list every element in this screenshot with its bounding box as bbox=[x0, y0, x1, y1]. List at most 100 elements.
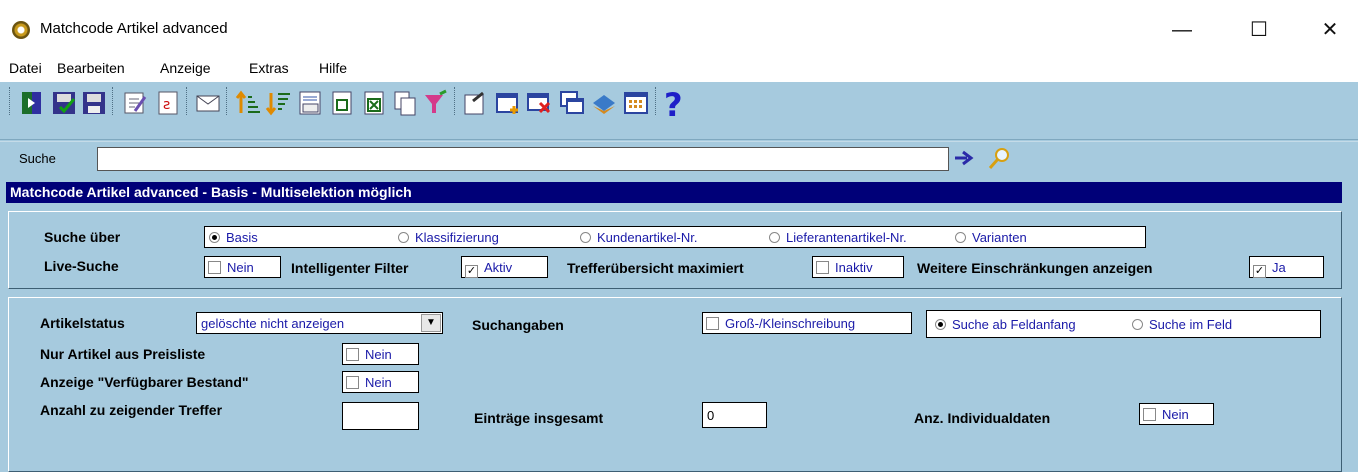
sort-descending-icon[interactable] bbox=[264, 89, 292, 117]
radio-in-field[interactable]: Suche im Feld bbox=[1132, 317, 1232, 332]
individual-data-value: Nein bbox=[1162, 407, 1189, 422]
save-icon[interactable] bbox=[80, 89, 108, 117]
exit-icon[interactable] bbox=[18, 89, 46, 117]
radio-kundenartikel[interactable]: Kundenartikel-Nr. bbox=[580, 230, 697, 245]
radio-varianten-label: Varianten bbox=[972, 230, 1027, 245]
search-info-label: Suchangaben bbox=[472, 317, 564, 333]
live-search-value: Nein bbox=[227, 260, 254, 275]
radio-kundenartikel-label: Kundenartikel-Nr. bbox=[597, 230, 698, 245]
case-sensitive-checkbox[interactable]: Groß-/Kleinschreibung bbox=[702, 312, 912, 334]
hit-count-label: Anzahl zu zeigender Treffer bbox=[40, 402, 223, 418]
checkbox-unchecked-icon bbox=[816, 261, 829, 274]
total-entries-label: Einträge insgesamt bbox=[474, 410, 604, 426]
available-stock-value: Nein bbox=[365, 375, 392, 390]
limits-panel: Artikelstatus gelöschte nicht anzeigen ▼… bbox=[8, 297, 1342, 472]
windows-icon[interactable] bbox=[558, 89, 586, 117]
individual-data-checkbox[interactable]: Nein bbox=[1139, 403, 1214, 425]
export-icon[interactable] bbox=[328, 89, 356, 117]
maximize-button[interactable]: ☐ bbox=[1239, 14, 1279, 46]
chevron-down-icon[interactable]: ▼ bbox=[421, 314, 441, 332]
radio-basis[interactable]: Basis bbox=[209, 230, 258, 245]
delete-window-icon[interactable] bbox=[525, 89, 553, 117]
toolbar: ƨ ? bbox=[0, 82, 1358, 140]
toolbar-grip bbox=[9, 87, 12, 115]
radio-from-start-label: Suche ab Feldanfang bbox=[952, 317, 1076, 332]
toolbar-separator bbox=[186, 87, 189, 115]
price-list-checkbox[interactable]: Nein bbox=[342, 343, 419, 365]
menu-bearbeiten[interactable]: Bearbeiten bbox=[57, 60, 125, 76]
individual-data-label: Anz. Individualdaten bbox=[914, 410, 1051, 426]
radio-lieferantenartikel-label: Lieferantenartikel-Nr. bbox=[786, 230, 907, 245]
radio-icon bbox=[769, 232, 780, 243]
article-status-select[interactable]: gelöschte nicht anzeigen ▼ bbox=[196, 312, 443, 334]
menu-anzeige[interactable]: Anzeige bbox=[160, 60, 211, 76]
menu-datei[interactable]: Datei bbox=[9, 60, 42, 76]
menu-bar: Datei Bearbeiten Anzeige Extras Hilfe bbox=[0, 56, 1358, 82]
article-status-value: gelöschte nicht anzeigen bbox=[201, 316, 345, 331]
live-search-checkbox[interactable]: Nein bbox=[204, 256, 281, 278]
radio-icon bbox=[580, 232, 591, 243]
checkbox-unchecked-icon bbox=[1143, 408, 1156, 421]
smart-filter-checkbox[interactable]: ✓ Aktiv bbox=[461, 256, 548, 278]
search-options-panel: Suche über Basis Klassifizierung Kundena… bbox=[8, 211, 1342, 289]
search-mode-group: Suche ab Feldanfang Suche im Feld bbox=[926, 310, 1321, 338]
book-icon[interactable] bbox=[590, 89, 618, 117]
search-bar: Suche bbox=[0, 141, 1358, 179]
available-stock-label: Anzeige "Verfügbarer Bestand" bbox=[40, 374, 249, 390]
section-header: Matchcode Artikel advanced - Basis - Mul… bbox=[6, 182, 1342, 203]
save-close-icon[interactable] bbox=[50, 89, 78, 117]
add-window-icon[interactable] bbox=[494, 89, 522, 117]
sort-ascending-icon[interactable] bbox=[234, 89, 262, 117]
checkbox-checked-icon: ✓ bbox=[1253, 265, 1266, 278]
close-button[interactable]: ✕ bbox=[1310, 14, 1350, 46]
live-search-label: Live-Suche bbox=[44, 258, 119, 274]
radio-icon bbox=[955, 232, 966, 243]
search-input[interactable] bbox=[97, 147, 949, 171]
search-over-group: Basis Klassifizierung Kundenartikel-Nr. … bbox=[204, 226, 1146, 248]
article-status-label: Artikelstatus bbox=[40, 315, 125, 331]
search-label: Suche bbox=[19, 151, 56, 166]
more-limits-value: Ja bbox=[1272, 260, 1286, 275]
radio-klassifizierung[interactable]: Klassifizierung bbox=[398, 230, 499, 245]
checkbox-unchecked-icon bbox=[706, 317, 719, 330]
checkbox-unchecked-icon bbox=[346, 348, 359, 361]
menu-hilfe[interactable]: Hilfe bbox=[319, 60, 347, 76]
help-icon[interactable]: ? bbox=[660, 86, 688, 124]
refresh-icon[interactable]: ƨ bbox=[154, 89, 182, 117]
edit-icon[interactable] bbox=[121, 89, 149, 117]
hits-max-checkbox[interactable]: Inaktiv bbox=[812, 256, 904, 278]
minimize-button[interactable]: — bbox=[1162, 14, 1202, 46]
radio-from-start[interactable]: Suche ab Feldanfang bbox=[935, 317, 1076, 332]
radio-icon bbox=[1132, 319, 1143, 330]
available-stock-checkbox[interactable]: Nein bbox=[342, 371, 419, 393]
smart-filter-value: Aktiv bbox=[484, 260, 513, 275]
radio-icon bbox=[398, 232, 409, 243]
case-sensitive-label: Groß-/Kleinschreibung bbox=[725, 316, 856, 331]
toolbar-separator bbox=[454, 87, 457, 115]
menu-extras[interactable]: Extras bbox=[249, 60, 289, 76]
radio-selected-icon bbox=[935, 319, 946, 330]
number-list-icon[interactable] bbox=[296, 89, 324, 117]
radio-in-field-label: Suche im Feld bbox=[1149, 317, 1233, 332]
go-arrow-icon[interactable] bbox=[953, 148, 975, 171]
radio-klassifizierung-label: Klassifizierung bbox=[415, 230, 499, 245]
more-limits-label: Weitere Einschränkungen anzeigen bbox=[917, 260, 1153, 276]
radio-varianten[interactable]: Varianten bbox=[955, 230, 1027, 245]
more-limits-checkbox[interactable]: ✓ Ja bbox=[1249, 256, 1324, 278]
filter-icon[interactable] bbox=[422, 89, 450, 117]
grid-icon[interactable] bbox=[622, 89, 650, 117]
checkbox-checked-icon: ✓ bbox=[465, 265, 478, 278]
excel-icon[interactable] bbox=[360, 89, 388, 117]
toolbar-separator bbox=[112, 87, 115, 115]
settings-icon[interactable] bbox=[461, 89, 489, 117]
title-bar: Matchcode Artikel advanced — ☐ ✕ bbox=[0, 0, 1358, 56]
hit-count-input[interactable] bbox=[342, 402, 419, 430]
copy-icon[interactable] bbox=[391, 89, 419, 117]
mail-icon[interactable] bbox=[194, 89, 222, 117]
svg-text:ƨ: ƨ bbox=[163, 97, 170, 113]
window-title: Matchcode Artikel advanced bbox=[40, 20, 228, 37]
smart-filter-label: Intelligenter Filter bbox=[291, 260, 409, 276]
search-icon[interactable] bbox=[986, 146, 1012, 175]
radio-lieferantenartikel[interactable]: Lieferantenartikel-Nr. bbox=[769, 230, 907, 245]
hits-max-value: Inaktiv bbox=[835, 260, 873, 275]
